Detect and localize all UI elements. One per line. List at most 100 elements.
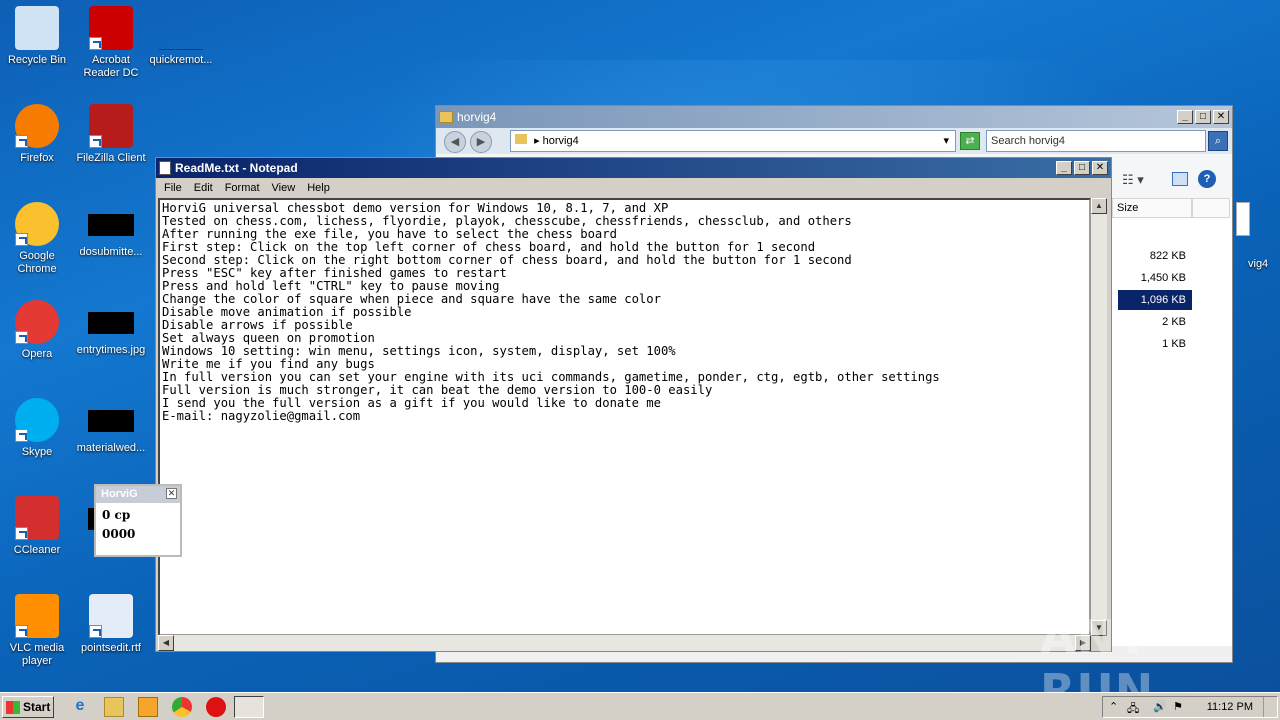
desktop-icon[interactable]: entrytimes.jpg: [74, 300, 148, 357]
address-text: horvig4: [542, 135, 579, 147]
desktop-icon[interactable]: FileZilla Client: [74, 104, 148, 165]
chevron-down-icon[interactable]: ▾: [943, 131, 949, 151]
horvig-title: HorviG: [101, 488, 138, 500]
scroll-up-icon[interactable]: ▲: [1091, 198, 1107, 214]
desktop-icon[interactable]: pointsedit.rtf: [74, 594, 148, 655]
explorer-title: horvig4: [457, 110, 497, 124]
file-size-cell[interactable]: 1,096 KB: [1118, 290, 1192, 310]
volume-icon[interactable]: 🔊: [1153, 700, 1167, 713]
desktop-icon[interactable]: dosubmitte...: [74, 202, 148, 259]
system-tray: ⌃ 🖧 🔊 ⚑ 11:12 PM: [1102, 696, 1278, 718]
desktop-icon[interactable]: Google Chrome: [0, 202, 74, 276]
explorer-taskbar-icon[interactable]: [104, 697, 124, 717]
notepad-window[interactable]: ReadMe.txt - Notepad _ □ ✕ File Edit For…: [155, 157, 1112, 652]
explorer-titlebar[interactable]: horvig4 _ □ ✕: [436, 106, 1232, 128]
text-editor[interactable]: HorviG universal chessbot demo version f…: [158, 198, 1091, 636]
side-file-label: vig4: [1248, 258, 1269, 270]
maximize-button[interactable]: □: [1195, 110, 1211, 124]
vlc-icon: [15, 594, 59, 638]
desktop-icon[interactable]: quickremot...: [144, 6, 218, 67]
search-input[interactable]: Search horvig4: [986, 130, 1206, 152]
menu-help[interactable]: Help: [301, 182, 336, 194]
forward-button[interactable]: ▶: [470, 131, 492, 153]
recycle-bin-icon: [15, 6, 59, 50]
help-icon[interactable]: ?: [1198, 170, 1216, 188]
maximize-button[interactable]: □: [1074, 161, 1090, 175]
desktop-icon-label: quickremot...: [149, 54, 213, 66]
minimize-button[interactable]: _: [1177, 110, 1193, 124]
close-button[interactable]: ✕: [1213, 110, 1229, 124]
skype-icon: [15, 398, 59, 442]
search-icon[interactable]: ⌕: [1208, 131, 1228, 151]
refresh-button[interactable]: ⇄: [960, 132, 980, 150]
network-icon[interactable]: 🖧: [1127, 700, 1139, 719]
desktop-icon-label: Firefox: [20, 152, 54, 164]
menu-file[interactable]: File: [158, 182, 188, 194]
start-button[interactable]: Start: [2, 696, 54, 718]
start-label: Start: [23, 700, 51, 714]
desktop-icon-label: FileZilla Client: [76, 152, 146, 164]
desktop-icon-label: Skype: [21, 446, 53, 458]
desktop-icon[interactable]: Firefox: [0, 104, 74, 165]
close-icon[interactable]: ✕: [166, 488, 177, 499]
horvig-value: 0000: [102, 527, 136, 541]
size-column: 822 KB 1,450 KB 1,096 KB 2 KB 1 KB: [1112, 246, 1192, 366]
vertical-scrollbar[interactable]: ▲ ▼: [1091, 198, 1107, 636]
menu-edit[interactable]: Edit: [188, 182, 219, 194]
shortcut-arrow-icon: [15, 625, 28, 638]
search-placeholder: Search horvig4: [991, 135, 1065, 147]
file-icon[interactable]: [1236, 202, 1250, 236]
notepad-titlebar[interactable]: ReadMe.txt - Notepad _ □ ✕: [156, 158, 1111, 178]
flag-icon[interactable]: ⚑: [1173, 700, 1183, 713]
shortcut-arrow-icon: [89, 37, 102, 50]
address-chevron-icon: ▸: [534, 135, 540, 147]
show-desktop-button[interactable]: [1263, 697, 1277, 717]
desktop-icon[interactable]: CCleaner: [0, 496, 74, 557]
image-icon: [88, 410, 134, 432]
desktop-icon-label: Acrobat Reader DC: [83, 54, 139, 79]
shortcut-arrow-icon: [15, 135, 28, 148]
desktop-icon-label: entrytimes.jpg: [76, 344, 146, 356]
column-header-size[interactable]: Size: [1112, 198, 1192, 218]
desktop-icon[interactable]: Recycle Bin: [0, 6, 74, 67]
view-options-icon[interactable]: ☷ ▾: [1122, 172, 1144, 188]
shortcut-arrow-icon: [15, 527, 28, 540]
file-size-cell[interactable]: 1 KB: [1118, 334, 1192, 354]
shortcut-arrow-icon: [15, 233, 28, 246]
file-size-cell[interactable]: 1,450 KB: [1118, 268, 1192, 288]
notepad-taskbar-button[interactable]: [234, 696, 264, 718]
shortcut-arrow-icon: [15, 429, 28, 442]
horvig-titlebar[interactable]: HorviG ✕: [96, 486, 180, 503]
desktop-icon[interactable]: Acrobat Reader DC: [74, 6, 148, 80]
ie-icon[interactable]: e: [70, 697, 90, 717]
address-bar[interactable]: ▸ horvig4 ▾: [510, 130, 956, 152]
file-size-cell[interactable]: 2 KB: [1118, 312, 1192, 332]
media-player-icon[interactable]: [138, 697, 158, 717]
horvig-popup[interactable]: HorviG ✕ 0 cp 0000: [94, 484, 182, 557]
desktop-icon-label: Recycle Bin: [7, 54, 67, 66]
desktop-icon[interactable]: Opera: [0, 300, 74, 361]
file-size-cell[interactable]: 822 KB: [1118, 246, 1192, 266]
folder-icon: [439, 111, 453, 123]
word-doc-icon: [89, 594, 133, 638]
show-hidden-icons-icon[interactable]: ⌃: [1109, 700, 1118, 713]
back-button[interactable]: ◀: [444, 131, 466, 153]
chrome-taskbar-icon[interactable]: [172, 697, 192, 717]
preview-pane-icon[interactable]: [1172, 172, 1188, 186]
windows-logo-icon: [6, 700, 20, 714]
desktop-icon[interactable]: materialwed...: [74, 398, 148, 455]
desktop-icon[interactable]: VLC media player: [0, 594, 74, 668]
desktop-icon-label: Google Chrome: [17, 250, 57, 275]
opera-icon: [15, 300, 59, 344]
desktop-icon[interactable]: Skype: [0, 398, 74, 459]
horizontal-scrollbar[interactable]: ◀ ▶: [158, 635, 1091, 651]
notepad-title: ReadMe.txt - Notepad: [175, 161, 298, 175]
scroll-left-icon[interactable]: ◀: [158, 635, 174, 651]
menu-format[interactable]: Format: [219, 182, 266, 194]
column-header-extra[interactable]: [1192, 198, 1230, 218]
opera-taskbar-icon[interactable]: [206, 697, 226, 717]
firefox-icon: [15, 104, 59, 148]
close-button[interactable]: ✕: [1092, 161, 1108, 175]
menu-view[interactable]: View: [266, 182, 302, 194]
minimize-button[interactable]: _: [1056, 161, 1072, 175]
